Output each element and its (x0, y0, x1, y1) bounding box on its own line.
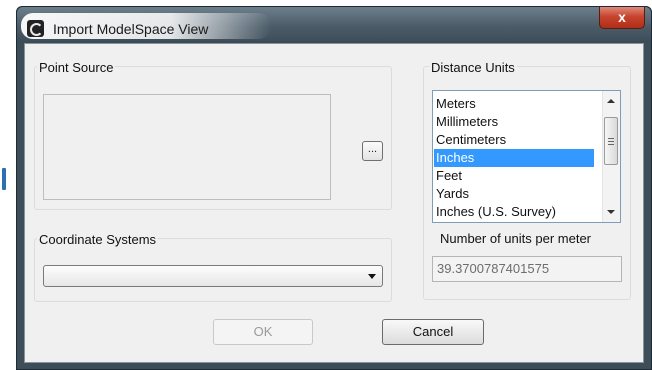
point-source-list[interactable] (43, 94, 331, 200)
background-strip (0, 0, 16, 370)
scroll-up-icon[interactable] (607, 99, 615, 103)
scroll-thumb[interactable] (604, 117, 618, 165)
list-item-centimeters[interactable]: Centimeters (434, 131, 594, 149)
list-item-yards[interactable]: Yards (434, 185, 594, 203)
background-mark (2, 168, 6, 190)
units-per-meter-field[interactable]: 39.3700787401575 (432, 256, 622, 282)
title-bar[interactable]: Import ModelSpace View x (17, 7, 651, 43)
cancel-button[interactable]: Cancel (382, 319, 484, 345)
distance-units-label: Distance Units (429, 60, 517, 75)
chevron-down-icon (368, 274, 376, 279)
grip-line (608, 141, 614, 142)
ok-button[interactable]: OK (213, 319, 313, 345)
browse-button[interactable]: ... (362, 141, 383, 161)
dialog-title: Import ModelSpace View (53, 21, 209, 37)
list-item-millimeters[interactable]: Millimeters (434, 113, 594, 131)
app-logo-icon (27, 20, 44, 37)
grip-line (608, 138, 614, 139)
distance-units-list[interactable]: Meters Millimeters Centimeters Inches Fe… (432, 90, 621, 223)
list-item-inches[interactable]: Inches (434, 149, 594, 167)
grip-line (608, 144, 614, 145)
coordinate-systems-label: Coordinate Systems (37, 232, 159, 247)
list-item-meters[interactable]: Meters (434, 95, 594, 113)
scroll-down-icon[interactable] (607, 210, 615, 214)
dialog-body: Point Source ... Coordinate Systems Dist… (24, 43, 644, 363)
close-button[interactable]: x (599, 7, 645, 29)
list-item-inches-us-survey[interactable]: Inches (U.S. Survey) (434, 203, 594, 221)
units-scrollbar[interactable] (602, 91, 620, 222)
import-modelspace-dialog: Import ModelSpace View x Point Source ..… (16, 6, 652, 370)
list-item-feet[interactable]: Feet (434, 167, 594, 185)
point-source-label: Point Source (37, 60, 116, 75)
coordinate-system-dropdown[interactable] (43, 265, 383, 287)
units-per-meter-label: Number of units per meter (440, 231, 592, 246)
